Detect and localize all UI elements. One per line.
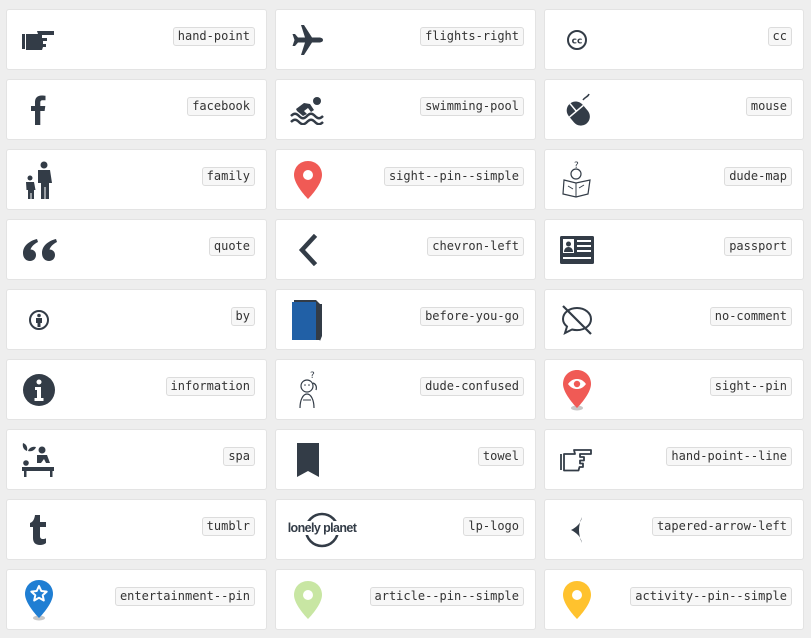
icon-card-chevron-left[interactable]: chevron-left <box>275 219 536 280</box>
svg-text:?: ? <box>310 371 315 381</box>
computer-mouse-icon <box>555 88 599 132</box>
swimmer-icon <box>286 88 330 132</box>
blue-folder-icon <box>286 298 330 342</box>
tumblr-icon <box>17 508 61 552</box>
icon-card-label: quote <box>208 237 255 256</box>
icon-card-entertainment-pin[interactable]: entertainment--pin <box>6 569 267 630</box>
tapered-arrow-left-icon <box>555 508 599 552</box>
icon-card-no-comment[interactable]: no-comment <box>544 289 804 350</box>
hand-point-icon <box>17 18 61 62</box>
no-comment-icon <box>555 298 599 342</box>
icon-card-family[interactable]: family <box>6 149 267 210</box>
icon-card-label: facebook <box>187 97 255 116</box>
icon-card-label: swimming-pool <box>420 97 524 116</box>
icon-card-label: entertainment--pin <box>114 587 255 606</box>
dude-reading-map-icon: ? <box>555 158 599 202</box>
icon-card-label: article--pin--simple <box>369 587 524 606</box>
icon-card-label: tapered-arrow-left <box>651 517 792 536</box>
red-map-pin-icon <box>286 158 330 202</box>
icon-card-label: information <box>165 377 255 396</box>
family-icon <box>17 158 61 202</box>
passport-icon <box>555 228 599 272</box>
icon-card-label: passport <box>724 237 792 256</box>
icon-card-towel[interactable]: towel <box>275 429 536 490</box>
icon-card-label: by <box>230 307 255 326</box>
icon-card-article-pin-simple[interactable]: article--pin--simple <box>275 569 536 630</box>
airplane-icon <box>286 18 330 62</box>
icon-card-label: tumblr <box>201 517 255 536</box>
hand-point-outline-icon <box>555 438 599 482</box>
lonely-planet-logo-icon: lonely planet <box>284 508 360 552</box>
icon-card-label: family <box>201 167 255 186</box>
spa-massage-icon <box>17 438 61 482</box>
icon-card-cc[interactable]: cc cc <box>544 9 804 70</box>
icon-card-label: hand-point--line <box>666 447 792 466</box>
icon-card-label: cc <box>767 27 792 46</box>
icon-card-dude-map[interactable]: ? dude-map <box>544 149 804 210</box>
icon-card-label: sight--pin--simple <box>383 167 524 186</box>
icon-card-label: chevron-left <box>427 237 524 256</box>
icon-card-label: activity--pin--simple <box>630 587 792 606</box>
information-icon <box>17 368 61 412</box>
icon-card-label: mouse <box>745 97 792 116</box>
icon-card-sight-pin[interactable]: sight--pin <box>544 359 804 420</box>
icon-card-hand-point[interactable]: hand-point <box>6 9 267 70</box>
creative-commons-icon: cc <box>555 18 599 62</box>
icon-card-facebook[interactable]: facebook <box>6 79 267 140</box>
icon-card-label: dude-map <box>724 167 792 186</box>
quote-icon <box>17 228 61 272</box>
attribution-person-icon <box>17 298 61 342</box>
icon-card-hand-point-line[interactable]: hand-point--line <box>544 429 804 490</box>
yellow-map-pin-icon <box>555 578 599 622</box>
icon-card-by[interactable]: by <box>6 289 267 350</box>
icon-card-swimming-pool[interactable]: swimming-pool <box>275 79 536 140</box>
icon-card-information[interactable]: information <box>6 359 267 420</box>
icon-card-passport[interactable]: passport <box>544 219 804 280</box>
icon-card-spa[interactable]: spa <box>6 429 267 490</box>
svg-text:cc: cc <box>572 37 583 47</box>
icon-card-label: lp-logo <box>463 517 524 536</box>
lp-logo-text: lonely planet <box>288 521 358 535</box>
icon-card-activity-pin-simple[interactable]: activity--pin--simple <box>544 569 804 630</box>
icon-card-label: dude-confused <box>420 377 524 396</box>
star-map-pin-icon <box>17 578 61 622</box>
confused-dude-icon: ? <box>286 368 330 412</box>
green-map-pin-icon <box>286 578 330 622</box>
icon-grid: hand-point flights-right cc cc facebook <box>6 9 804 630</box>
icon-card-label: before-you-go <box>420 307 524 326</box>
towel-icon <box>286 438 330 482</box>
eye-map-pin-icon <box>555 368 599 412</box>
icon-card-dude-confused[interactable]: ? dude-confused <box>275 359 536 420</box>
icon-card-sight-pin-simple[interactable]: sight--pin--simple <box>275 149 536 210</box>
icon-card-label: sight--pin <box>709 377 792 396</box>
icon-card-lp-logo[interactable]: lonely planet lp-logo <box>275 499 536 560</box>
icon-card-flights-right[interactable]: flights-right <box>275 9 536 70</box>
icon-card-label: hand-point <box>172 27 255 46</box>
icon-card-label: no-comment <box>709 307 792 326</box>
icon-card-quote[interactable]: quote <box>6 219 267 280</box>
icon-card-tumblr[interactable]: tumblr <box>6 499 267 560</box>
icon-card-label: towel <box>477 447 524 466</box>
icon-card-mouse[interactable]: mouse <box>544 79 804 140</box>
chevron-left-icon <box>286 228 330 272</box>
facebook-icon <box>17 88 61 132</box>
icon-card-tapered-arrow-left[interactable]: tapered-arrow-left <box>544 499 804 560</box>
icon-card-label: flights-right <box>420 27 524 46</box>
icon-card-before-you-go[interactable]: before-you-go <box>275 289 536 350</box>
icon-card-label: spa <box>223 447 255 466</box>
